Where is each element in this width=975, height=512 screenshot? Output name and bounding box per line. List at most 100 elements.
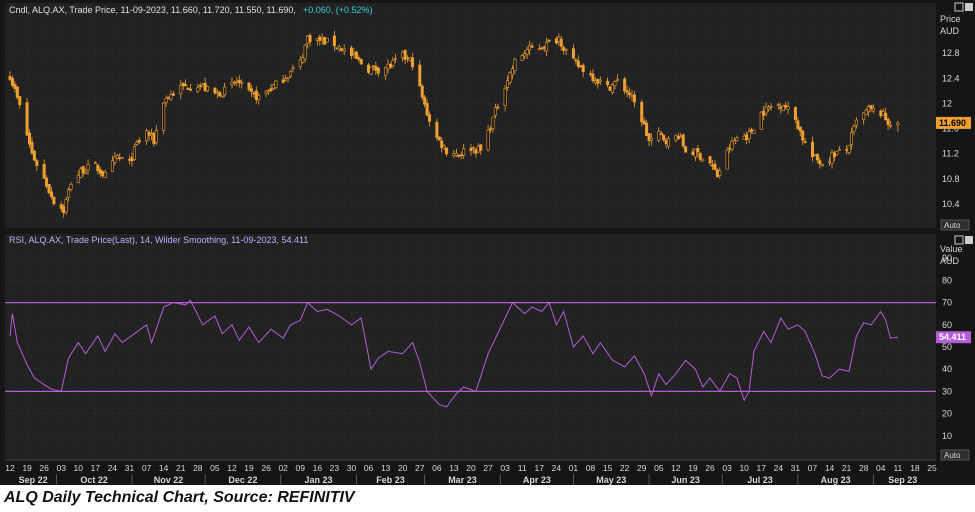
x-month-label: Jul 23 (747, 475, 773, 485)
candle-body (554, 38, 558, 44)
candle-body (845, 149, 849, 151)
candle-body (215, 91, 219, 94)
candle-body (98, 169, 102, 174)
candle-body (667, 138, 671, 147)
candle-body (10, 78, 14, 86)
x-tick-label: 12 (5, 463, 15, 473)
price-candle (752, 129, 756, 134)
candle-body (149, 133, 153, 136)
candle-body (403, 50, 407, 60)
candle-body (864, 109, 868, 115)
candle-body (35, 160, 39, 166)
x-tick-label: 13 (449, 463, 459, 473)
candle-body (167, 96, 171, 99)
x-month-label: Aug 23 (821, 475, 851, 485)
price-candle (759, 111, 763, 130)
candle-body (437, 136, 441, 141)
x-month-label: Oct 22 (80, 475, 108, 485)
x-tick-label: 03 (56, 463, 66, 473)
price-candle (325, 37, 329, 43)
candle-body (323, 37, 327, 45)
technical-chart: 10.410.811.211.61212.412.8 Cndl, ALQ.AX,… (5, 2, 973, 485)
rsi-info-series: RSI, ALQ.AX, Trade Price(Last), 14, Wild… (9, 235, 308, 245)
candle-body (393, 58, 397, 61)
candle-body (752, 129, 756, 134)
price-last-value: 11.690 (939, 118, 966, 128)
candle-body (249, 88, 253, 92)
x-tick-label: 20 (398, 463, 408, 473)
candle-body (628, 92, 632, 96)
candle-body (867, 106, 871, 112)
candle-body (613, 81, 617, 87)
candle-body (576, 60, 580, 67)
candle-body (474, 149, 478, 154)
candle-body (96, 164, 100, 172)
rsi-minimize-button[interactable] (954, 235, 964, 245)
price-close-button[interactable] (965, 3, 973, 11)
price-candle (715, 168, 719, 178)
candle-body (854, 119, 858, 126)
rsi-last-value: 54.411 (939, 332, 966, 342)
price-y-tick: 12 (942, 98, 952, 108)
price-candle (835, 151, 839, 156)
candle-body (732, 140, 736, 145)
price-candle (369, 67, 373, 75)
candle-body (632, 94, 636, 103)
candle-body (371, 65, 375, 68)
candle-body (820, 164, 824, 167)
candle-body (349, 47, 353, 56)
rsi-y-tick: 10 (942, 431, 952, 441)
candle-body (220, 95, 224, 98)
candle-body (232, 82, 236, 84)
candle-body (815, 153, 819, 161)
candle-body (745, 134, 749, 140)
rsi-y-tick: 70 (942, 298, 952, 308)
x-tick-label: 19 (688, 463, 698, 473)
candle-body (152, 132, 156, 145)
candle-body (835, 151, 839, 155)
candle-body (630, 94, 634, 97)
candle-body (369, 67, 373, 75)
candle-body (181, 82, 185, 86)
candle-body (486, 129, 490, 151)
x-tick-label: 24 (774, 463, 784, 473)
candle-body (713, 163, 717, 170)
rsi-y-tick: 20 (942, 409, 952, 419)
candle-body (649, 137, 653, 141)
x-tick-label: 21 (176, 463, 186, 473)
candle-body (881, 111, 885, 116)
price-candle (25, 98, 29, 136)
candle-body (335, 46, 339, 49)
price-y-tick: 10.8 (942, 174, 960, 184)
candle-body (325, 37, 329, 43)
candle-body (132, 146, 136, 160)
x-month-label: Feb 23 (376, 475, 405, 485)
candle-body (830, 152, 834, 164)
price-minimize-button[interactable] (954, 2, 964, 12)
candle-body (435, 121, 439, 138)
x-month-label: Nov 22 (154, 475, 184, 485)
x-tick-label: 31 (791, 463, 801, 473)
rsi-close-button[interactable] (965, 236, 973, 244)
candle-body (676, 136, 680, 140)
candle-body (64, 199, 68, 213)
candle-body (513, 59, 517, 72)
candle-body (118, 157, 122, 159)
x-axis: 12 19 26 03 10 17 24 31 07 14 21 28 05 12 19 26 02 09 16 23… (5, 459, 937, 485)
candle-body (542, 46, 546, 49)
candle-body (188, 88, 192, 91)
candle-body (781, 105, 785, 112)
candle-body (591, 73, 595, 81)
candle-body (42, 164, 46, 179)
candle-body (15, 86, 19, 98)
chart-frame: 10.410.811.211.61212.412.8 Cndl, ALQ.AX,… (0, 0, 975, 485)
candle-body (76, 175, 80, 184)
candle-body (698, 153, 702, 160)
candle-body (281, 79, 285, 83)
price-candle (608, 86, 612, 91)
candle-body (557, 36, 561, 42)
x-tick-label: 03 (500, 463, 510, 473)
candle-body (389, 64, 393, 68)
candle-body (718, 170, 722, 176)
candle-body (359, 59, 363, 65)
